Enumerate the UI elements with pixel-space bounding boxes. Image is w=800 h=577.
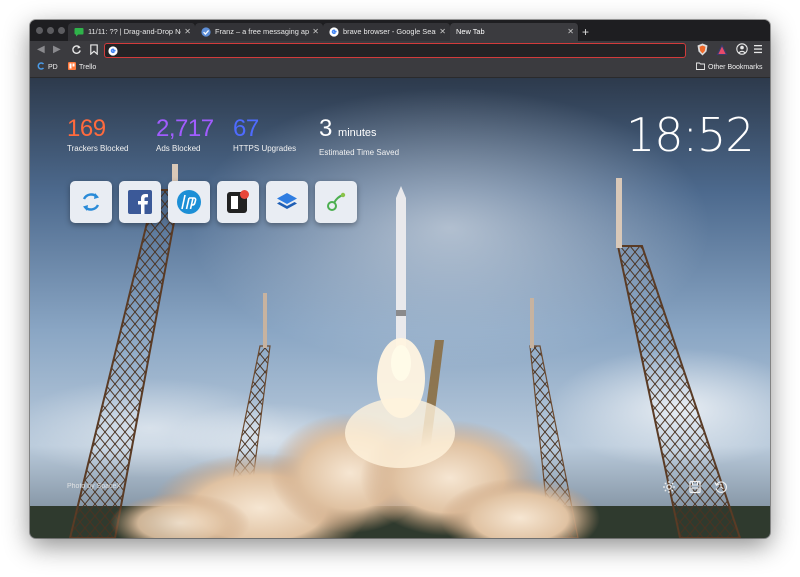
hp-icon	[177, 190, 201, 214]
clock: 18:52	[626, 108, 755, 162]
save-bookmark-icon[interactable]	[688, 480, 702, 494]
tab-strip: 11/11: ?? | Drag-and-Drop News ✕ Franz –…	[30, 20, 770, 41]
pd-icon	[37, 62, 45, 70]
stat-value: 67	[233, 115, 259, 142]
minimize-window-button[interactable]	[47, 27, 54, 34]
tab-franz[interactable]: Franz – a free messaging app fo ✕	[195, 23, 324, 41]
layers-icon	[277, 193, 297, 209]
green-app-icon	[327, 192, 346, 211]
top-site-sync[interactable]	[70, 181, 112, 223]
reload-icon[interactable]	[71, 44, 82, 55]
other-bookmarks[interactable]: Other Bookmarks	[696, 59, 762, 77]
bookmark-pd[interactable]: PD	[37, 59, 58, 77]
close-tab-button[interactable]: ✕	[184, 23, 191, 41]
settings-gear-icon[interactable]	[662, 480, 676, 494]
stat-label: HTTPS Upgrades	[233, 144, 297, 153]
top-site-notification-app[interactable]	[217, 181, 259, 223]
bookmark-label: Trello	[79, 64, 97, 71]
franz-icon	[201, 27, 211, 37]
bookmark-icon[interactable]	[89, 44, 99, 55]
close-tab-button[interactable]: ✕	[439, 23, 446, 41]
stat-value: 3 minutes	[319, 116, 399, 146]
notification-app-icon	[227, 190, 249, 213]
stat-unit: minutes	[338, 127, 377, 139]
close-tab-button[interactable]: ✕	[567, 23, 574, 41]
brave-rewards-icon[interactable]	[716, 43, 728, 56]
stat-trackers-blocked: 169 Trackers Blocked	[67, 115, 129, 154]
tab-google-search[interactable]: brave browser - Google Search ✕	[323, 23, 451, 41]
stat-value: 2,717	[156, 115, 214, 142]
stat-ads-blocked: 2,717 Ads Blocked	[156, 115, 214, 154]
other-bookmarks-label: Other Bookmarks	[708, 64, 763, 71]
stat-value: 169	[67, 115, 106, 142]
profile-icon[interactable]	[736, 43, 748, 55]
browser-window: 11/11: ?? | Drag-and-Drop News ✕ Franz –…	[30, 20, 770, 538]
google-icon	[108, 45, 118, 56]
top-site-green-app[interactable]	[315, 181, 357, 223]
tab-title: brave browser - Google Search	[343, 27, 436, 36]
facebook-icon	[128, 190, 152, 214]
address-bar[interactable]	[104, 43, 686, 58]
back-icon[interactable]: ◀	[37, 43, 45, 57]
menu-icon[interactable]	[754, 43, 762, 55]
tab-title: Franz – a free messaging app fo	[215, 27, 309, 36]
google-icon	[329, 27, 339, 37]
close-tab-button[interactable]: ✕	[312, 23, 319, 41]
tab-title: New Tab	[456, 27, 485, 36]
new-tab-page: 169 Trackers Blocked 2,717 Ads Blocked 6…	[30, 78, 770, 538]
photo-credit[interactable]: Photo by SpaceX	[67, 483, 121, 490]
stat-label: Trackers Blocked	[67, 144, 129, 153]
trello-icon	[68, 62, 76, 70]
stat-number: 3	[319, 115, 332, 142]
toolbar: ◀ ▶	[30, 41, 770, 59]
bookmarks-bar: PD Trello Other Bookmarks	[30, 59, 770, 78]
tab-new-tab[interactable]: New Tab ✕	[450, 23, 579, 41]
refresh-icon	[82, 193, 100, 211]
top-site-hp[interactable]	[168, 181, 210, 223]
forward-icon[interactable]: ▶	[53, 43, 61, 57]
new-tab-button[interactable]: +	[582, 23, 589, 41]
stat-https-upgrades: 67 HTTPS Upgrades	[233, 115, 297, 154]
tab-title: 11/11: ?? | Drag-and-Drop News	[88, 27, 181, 36]
tab-drag-and-drop-news[interactable]: 11/11: ?? | Drag-and-Drop News ✕	[68, 23, 196, 41]
history-icon[interactable]	[714, 480, 728, 494]
brave-shields-icon[interactable]	[697, 43, 708, 56]
maximize-window-button[interactable]	[58, 27, 65, 34]
stat-label: Ads Blocked	[156, 144, 201, 153]
chat-bubble-icon	[74, 28, 84, 37]
close-window-button[interactable]	[36, 27, 43, 34]
bookmark-trello[interactable]: Trello	[68, 59, 96, 77]
folder-icon	[696, 62, 705, 70]
top-site-layers[interactable]	[266, 181, 308, 223]
bookmark-label: PD	[48, 64, 58, 71]
stat-time-saved: 3 minutes Estimated Time Saved	[319, 116, 400, 158]
stat-label: Estimated Time Saved	[319, 148, 400, 157]
top-site-facebook[interactable]	[119, 181, 161, 223]
